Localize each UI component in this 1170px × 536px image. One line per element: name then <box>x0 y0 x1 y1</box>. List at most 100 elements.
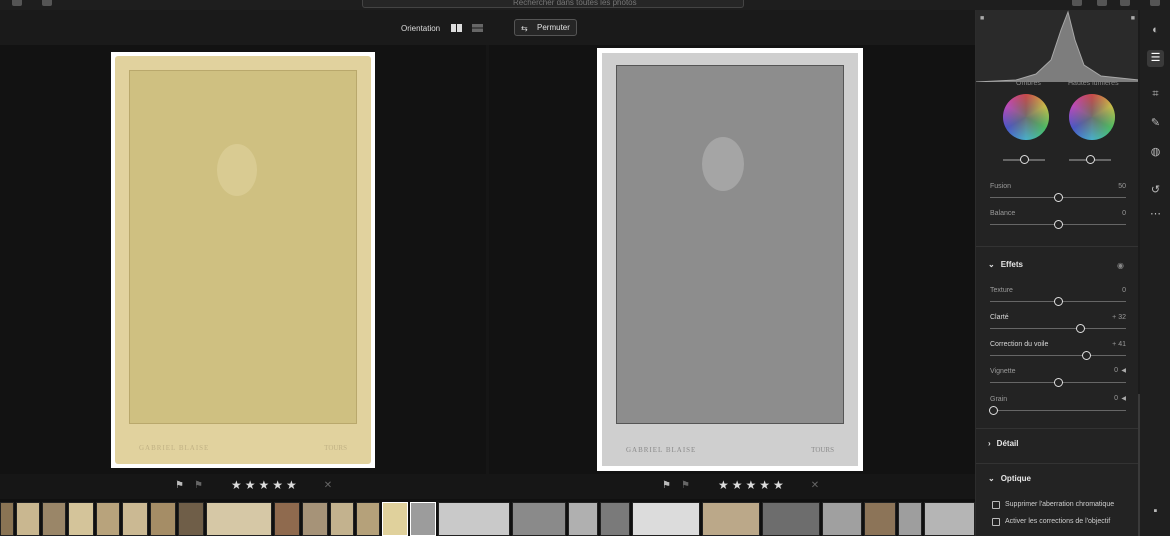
cloud-icon[interactable] <box>1072 0 1082 6</box>
texture-value[interactable]: 0 <box>1122 287 1126 294</box>
highlights-luminance-knob[interactable] <box>1086 155 1095 164</box>
thumbnail[interactable] <box>600 502 630 536</box>
thumbnail[interactable] <box>16 502 40 536</box>
clipping-highlights-icon[interactable]: ■ <box>1131 15 1135 22</box>
shadows-luminance-knob[interactable] <box>1020 155 1029 164</box>
pick-flag-icon[interactable]: ⚑ <box>175 480 184 491</box>
chevron-down-icon: ⌄ <box>988 260 995 269</box>
back-icon[interactable] <box>12 0 22 6</box>
thumbnail[interactable] <box>150 502 176 536</box>
thumbnail[interactable] <box>178 502 204 536</box>
fusion-knob[interactable] <box>1054 193 1063 202</box>
photographer-mark: GABRIEL BLAISE <box>626 446 697 454</box>
dehaze-slider[interactable] <box>990 355 1126 356</box>
edit-panel: ■ ■ Ombres Hautes lumières Fusion 50 Bal… <box>975 10 1139 536</box>
vignette-knob[interactable] <box>1054 378 1063 387</box>
visibility-eye-icon[interactable]: ◉ <box>1117 261 1124 270</box>
more-icon[interactable]: ⋯ <box>1147 206 1164 223</box>
balance-value[interactable]: 0 <box>1122 210 1126 217</box>
clarity-knob[interactable] <box>1076 324 1085 333</box>
vignette-value[interactable]: 0 <box>1114 367 1118 374</box>
star-rating[interactable]: ★★★★★ <box>231 478 300 492</box>
pick-flag-icon[interactable]: ⚑ <box>662 480 671 491</box>
grain-label: Grain <box>990 396 1008 403</box>
star-rating[interactable]: ★★★★★ <box>718 478 787 492</box>
balance-label: Balance <box>990 210 1016 217</box>
clarity-value[interactable]: + 32 <box>1112 314 1126 321</box>
thumbnail[interactable] <box>438 502 510 536</box>
rating-bar-left: ⚑ ⚑ ★★★★★ ✕ <box>175 478 332 492</box>
help-icon[interactable] <box>1120 0 1130 6</box>
shadows-label: Ombres <box>1016 80 1041 87</box>
grain-slider[interactable] <box>990 410 1126 411</box>
thumbnail[interactable] <box>122 502 148 536</box>
expand-triangle-icon[interactable]: ◀ <box>1121 395 1126 402</box>
thumbnail[interactable] <box>0 502 14 536</box>
compare-toolbar: Orientation ⇆ Permuter <box>0 10 975 45</box>
thumbnail-selected[interactable] <box>382 502 408 536</box>
swap-icon: ⇆ <box>521 24 528 33</box>
chevron-right-icon: › <box>988 439 991 448</box>
masking-icon[interactable]: ◍ <box>1147 144 1164 161</box>
share-icon[interactable] <box>1097 0 1107 6</box>
history-icon[interactable]: ↺ <box>1147 182 1164 199</box>
thumbnail-selected[interactable] <box>410 502 436 536</box>
thumbnail[interactable] <box>632 502 700 536</box>
presets-icon[interactable]: ◐ <box>1147 22 1164 39</box>
thumbnail[interactable] <box>762 502 820 536</box>
detail-section-header[interactable]: › Détail <box>988 439 1018 448</box>
unflag-icon[interactable]: ⚑ <box>681 480 690 491</box>
thumbnail[interactable] <box>42 502 66 536</box>
panel-toggle-icon[interactable] <box>1150 0 1160 6</box>
shadows-color-wheel[interactable] <box>1003 94 1049 140</box>
grain-value[interactable]: 0 <box>1114 395 1118 402</box>
thumbnail[interactable] <box>330 502 354 536</box>
thumbnail[interactable] <box>822 502 862 536</box>
thumbnail[interactable] <box>568 502 598 536</box>
healing-icon[interactable]: ✎ <box>1147 115 1164 132</box>
chevron-down-icon: ⌄ <box>988 474 995 483</box>
thumbnail[interactable] <box>898 502 922 536</box>
balance-knob[interactable] <box>1054 220 1063 229</box>
forward-icon[interactable] <box>42 0 52 6</box>
thumbnail[interactable] <box>924 502 975 536</box>
before-photo[interactable]: GABRIEL BLAISE TOURS <box>111 52 375 468</box>
highlights-color-wheel[interactable] <box>1069 94 1115 140</box>
crop-icon[interactable]: ⌗ <box>1147 86 1164 103</box>
thumbnail[interactable] <box>96 502 120 536</box>
edit-icon[interactable]: ☰ <box>1147 50 1164 67</box>
dehaze-value[interactable]: + 41 <box>1112 341 1126 348</box>
comment-icon[interactable]: ▪ <box>1147 503 1164 520</box>
after-photo[interactable]: GABRIEL BLAISE TOURS <box>597 48 863 471</box>
lens-corrections-checkbox[interactable] <box>992 518 1000 526</box>
effects-section-header[interactable]: ⌄ Effets <box>988 260 1023 269</box>
reject-icon[interactable]: ✕ <box>811 480 819 491</box>
clarity-slider[interactable] <box>990 328 1126 329</box>
thumbnail[interactable] <box>512 502 566 536</box>
reject-icon[interactable]: ✕ <box>324 480 332 491</box>
thumbnail[interactable] <box>864 502 896 536</box>
thumbnail[interactable] <box>68 502 94 536</box>
search-input[interactable]: Rechercher dans toutes les photos <box>362 0 744 8</box>
dehaze-knob[interactable] <box>1082 351 1091 360</box>
top-bottom-icon[interactable] <box>472 24 483 32</box>
thumbnail[interactable] <box>302 502 328 536</box>
thumbnail[interactable] <box>702 502 760 536</box>
remove-ca-checkbox[interactable] <box>992 501 1000 509</box>
thumbnail[interactable] <box>356 502 380 536</box>
histogram-curve <box>976 10 1139 82</box>
thumbnail[interactable] <box>274 502 300 536</box>
grain-knob[interactable] <box>989 406 998 415</box>
unflag-icon[interactable]: ⚑ <box>194 480 203 491</box>
expand-triangle-icon[interactable]: ◀ <box>1121 367 1126 374</box>
optics-section-header[interactable]: ⌄ Optique <box>988 474 1031 483</box>
filmstrip[interactable] <box>0 499 975 536</box>
swap-button[interactable]: ⇆ Permuter <box>514 19 577 36</box>
texture-knob[interactable] <box>1054 297 1063 306</box>
thumbnail[interactable] <box>206 502 272 536</box>
clipping-shadows-icon[interactable]: ■ <box>980 15 984 22</box>
side-by-side-icon[interactable] <box>451 24 462 32</box>
histogram: ■ ■ <box>976 10 1139 82</box>
clarity-label: Clarté <box>990 314 1009 321</box>
fusion-value[interactable]: 50 <box>1118 183 1126 190</box>
